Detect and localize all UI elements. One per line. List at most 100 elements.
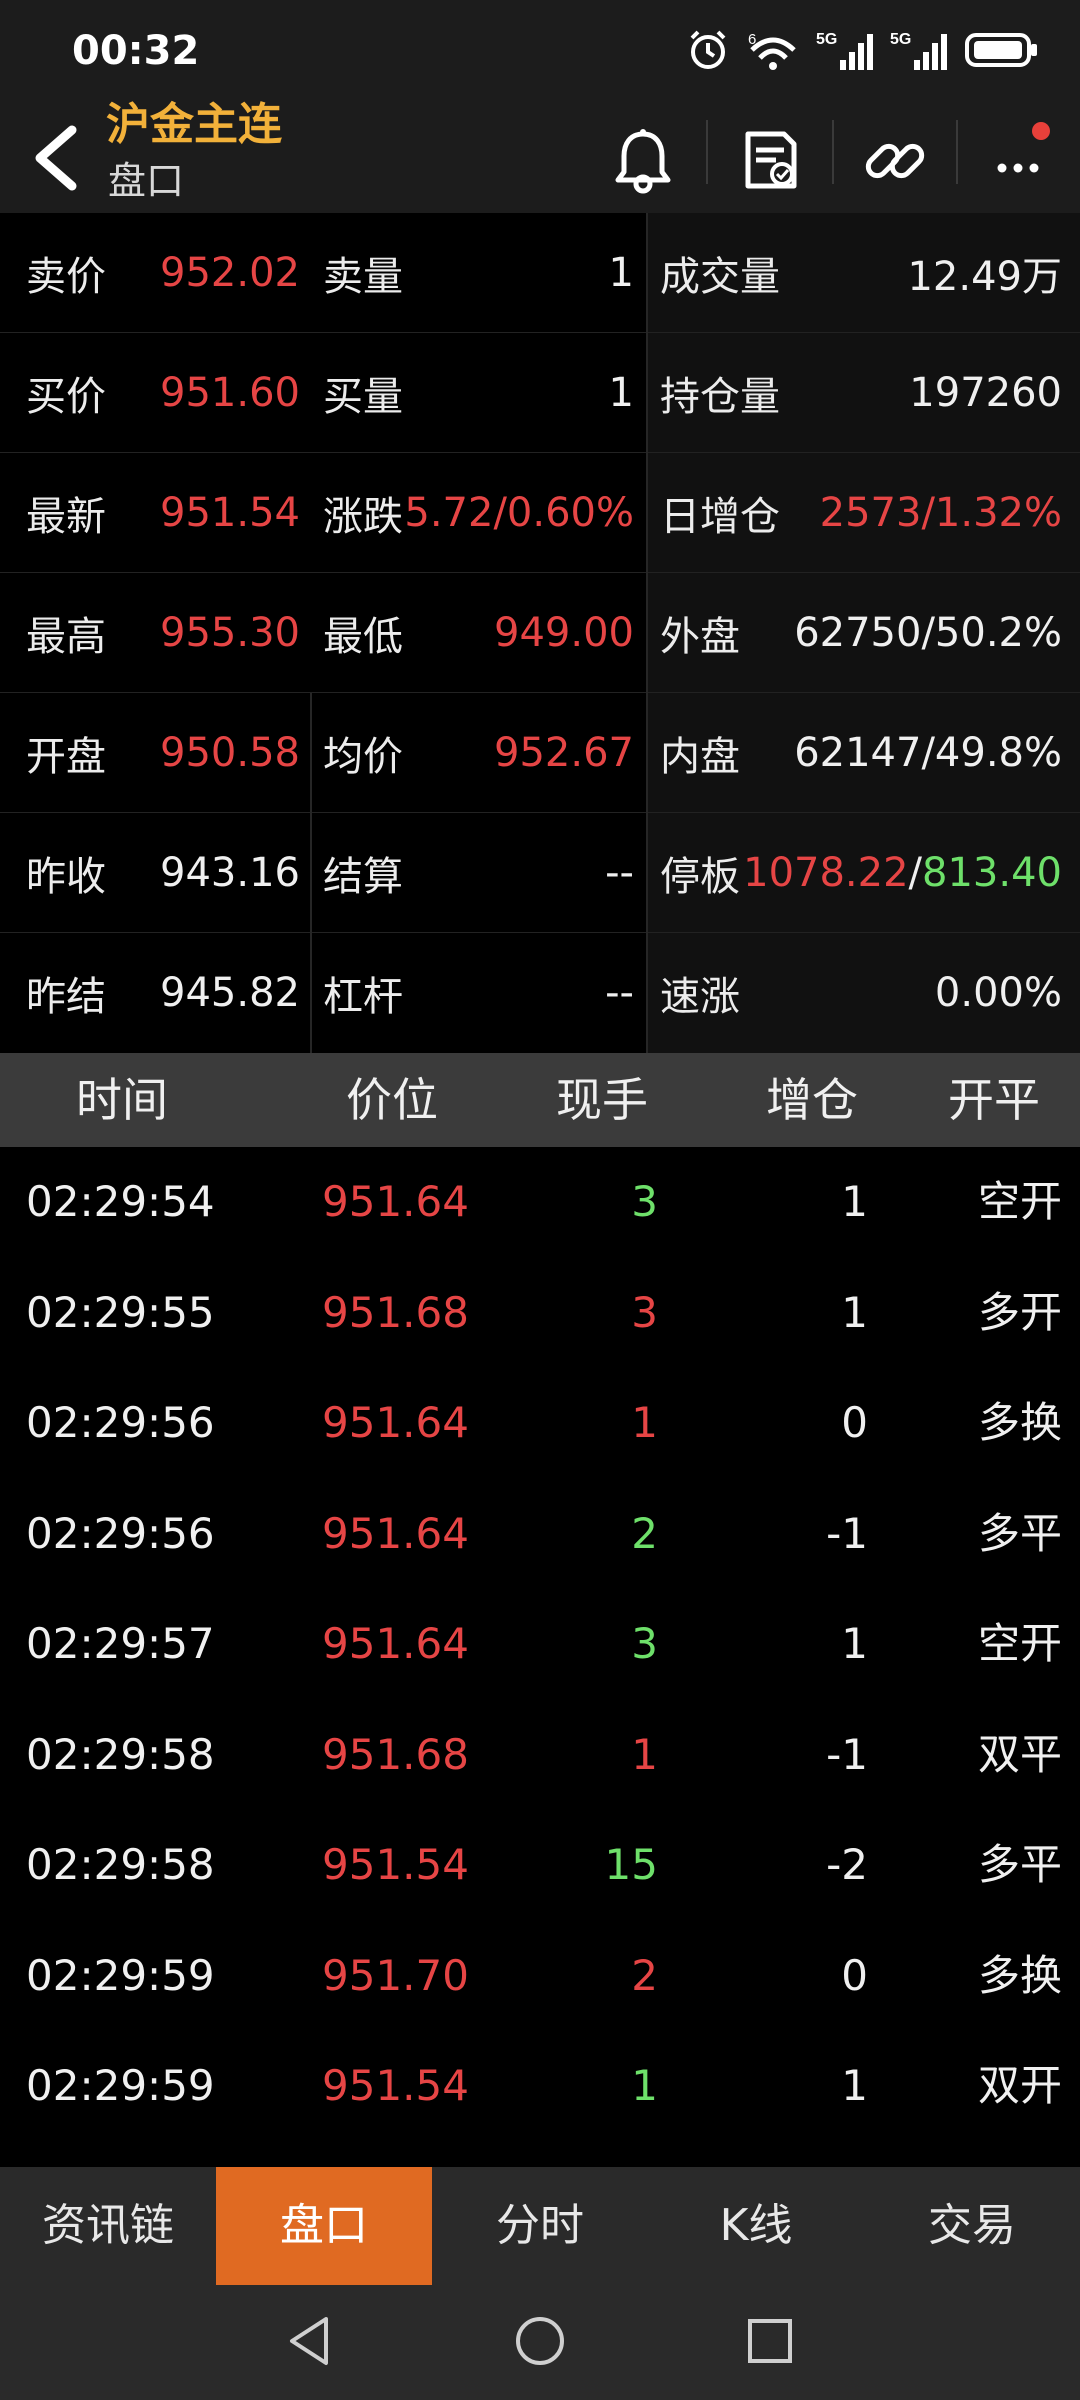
trade-time: 02:29:55 [26, 1287, 215, 1337]
quote-value: 952.67 [494, 730, 634, 776]
trade-price: 951.64 [322, 1508, 469, 1558]
bottom-tab-bar: 资讯链 盘口 分时 K线 交易 [0, 2167, 1080, 2285]
trades-list[interactable]: 02:29:54 951.64 3 1 空开 02:29:55 951.68 3 1 多开 02:2… [0, 1147, 1080, 2142]
table-row: 02:29:55 951.68 3 1 多开 [0, 1258, 1080, 1369]
quote-value: -- [605, 850, 634, 896]
quote-label: 买价 [26, 374, 106, 420]
back-triangle-icon[interactable] [284, 2313, 334, 2369]
trades-header: 时间 价位 现手 增仓 开平 [0, 1053, 1080, 1147]
quote-label: 最新 [26, 494, 106, 540]
battery-icon [965, 33, 1037, 67]
tab-item[interactable]: K线 [648, 2167, 864, 2285]
quote-value: 1 [608, 250, 634, 296]
trade-type: 双平 [977, 1729, 1062, 1779]
quote-label: 昨结 [26, 974, 106, 1020]
bell-icon[interactable] [608, 126, 678, 196]
trade-oi-change: -2 [826, 1840, 868, 1889]
quote-value: 945.82 [160, 970, 300, 1016]
table-row: 02:29:56 951.64 2 -1 多平 [0, 1479, 1080, 1590]
quote-row: 昨结 945.82 杠杆 -- 速涨 0.00% [0, 933, 1080, 1053]
quote-row: 昨收 943.16 结算 -- 停板 1078.22/813.40 [0, 813, 1080, 933]
table-row: 02:29:59 951.70 2 0 多换 [0, 1921, 1080, 2032]
header-divider [832, 120, 834, 184]
quote-value: 2573/1.32% [819, 490, 1062, 536]
trade-type: 多平 [977, 1508, 1062, 1558]
quote-label: 停板 [660, 854, 740, 900]
link-icon[interactable] [860, 126, 930, 196]
quote-value: 62147/49.8% [794, 730, 1062, 776]
trade-time: 02:29:57 [26, 1619, 215, 1668]
grid-divider [646, 213, 648, 1053]
quote-label: 涨跌 [323, 494, 403, 540]
tab-item[interactable]: 盘口 [216, 2167, 432, 2285]
trade-volume: 1 [631, 2061, 658, 2110]
quote-label: 持仓量 [660, 374, 780, 420]
quote-label: 均价 [323, 734, 403, 780]
table-row: 02:29:58 951.54 15 -2 多平 [0, 1810, 1080, 1921]
column-header-volume: 现手 [556, 1073, 648, 1127]
column-header-open-close: 开平 [948, 1073, 1040, 1127]
quote-label: 杠杆 [323, 974, 403, 1020]
status-icons: 6 5G 5G [686, 24, 1040, 76]
trade-volume: 3 [631, 1287, 658, 1337]
quote-label: 日增仓 [660, 494, 780, 540]
trade-volume: 3 [631, 1177, 658, 1226]
trade-price: 951.70 [322, 1950, 469, 2000]
quote-row: 开盘 950.58 均价 952.67 内盘 62147/49.8% [0, 693, 1080, 813]
quote-row: 买价 951.60 买量 1 持仓量 197260 [0, 333, 1080, 453]
tab-item[interactable]: 分时 [432, 2167, 648, 2285]
header-divider [706, 120, 708, 184]
trade-price: 951.64 [322, 1619, 469, 1668]
table-row: 02:29:54 951.64 3 1 空开 [0, 1147, 1080, 1258]
quote-value: 12.49万 [907, 254, 1062, 300]
quote-label: 结算 [323, 854, 403, 900]
trade-oi-change: 0 [841, 1950, 868, 2000]
back-icon[interactable] [22, 118, 92, 198]
limit-up-value: 1078.22 [743, 850, 909, 896]
table-row: 02:29:57 951.64 3 1 空开 [0, 1589, 1080, 1700]
trade-oi-change: -1 [826, 1729, 868, 1779]
quote-label: 最高 [26, 614, 106, 660]
trade-time: 02:29:59 [26, 1950, 215, 2000]
trade-time: 02:29:56 [26, 1508, 215, 1558]
trade-oi-change: 1 [841, 2061, 868, 2110]
signal-5g-icon: 5G [816, 31, 873, 70]
svg-text:5G: 5G [890, 31, 911, 48]
quote-label: 买量 [323, 374, 403, 420]
trade-time: 02:29:59 [26, 2061, 215, 2110]
trade-type: 多开 [977, 1287, 1062, 1337]
document-icon[interactable] [736, 126, 806, 196]
column-header-oi-change: 增仓 [766, 1073, 858, 1127]
status-bar: 00:32 6 5G 5G [0, 0, 1080, 100]
recents-square-icon[interactable] [742, 2313, 798, 2369]
signal-5g-icon: 5G [890, 31, 947, 70]
trade-oi-change: 0 [841, 1398, 868, 1447]
quote-value: 5.72/0.60% [404, 490, 634, 536]
quote-value: 955.30 [160, 610, 300, 656]
quote-value: 952.02 [160, 250, 300, 296]
notification-dot [1032, 122, 1050, 140]
quote-value: 197260 [909, 370, 1062, 416]
trade-type: 多换 [977, 1950, 1062, 2000]
trade-oi-change: 1 [841, 1177, 868, 1226]
wifi-icon: 6 [748, 31, 796, 70]
svg-text:5G: 5G [816, 31, 837, 48]
tab-item[interactable]: 资讯链 [0, 2167, 216, 2285]
home-circle-icon[interactable] [512, 2313, 568, 2369]
quote-value: 943.16 [160, 850, 300, 896]
trade-type: 空开 [977, 1619, 1062, 1668]
quote-value: 1 [608, 370, 634, 416]
tab-item[interactable]: 交易 [864, 2167, 1080, 2285]
quote-value: 950.58 [160, 730, 300, 776]
limit-down-value: 813.40 [922, 850, 1062, 896]
trade-price: 951.64 [322, 1177, 469, 1226]
trade-price: 951.68 [322, 1729, 469, 1779]
trade-oi-change: 1 [841, 1287, 868, 1337]
trade-type: 多平 [977, 1840, 1062, 1889]
page-title: 沪金主连 [106, 99, 282, 150]
quote-value: -- [605, 970, 634, 1016]
quote-value: 951.60 [160, 370, 300, 416]
table-row: 02:29:56 951.64 1 0 多换 [0, 1368, 1080, 1479]
header-divider [956, 120, 958, 184]
quote-row: 最高 955.30 最低 949.00 外盘 62750/50.2% [0, 573, 1080, 693]
